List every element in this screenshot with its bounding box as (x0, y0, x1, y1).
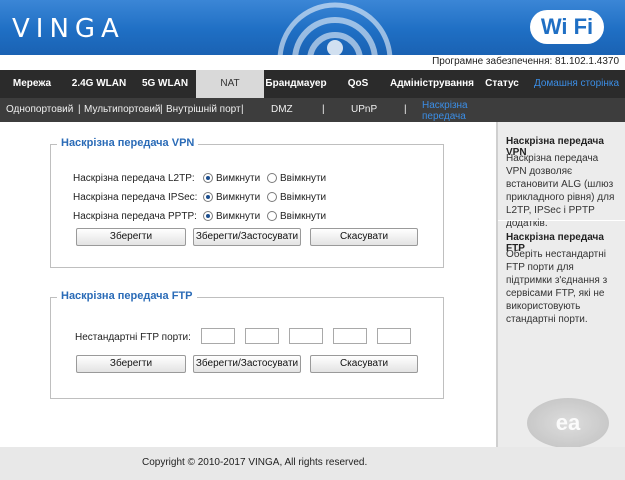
subnav-single-port[interactable]: Однопортовий (6, 98, 73, 122)
l2tp-off-label: Вимкнути (216, 173, 261, 184)
nav-administration[interactable]: Адміністрування (388, 70, 476, 98)
nav-firewall[interactable]: Брандмауер (264, 70, 328, 98)
nav-nat[interactable]: NAT (196, 70, 264, 98)
nav-home-page-link[interactable]: Домашня сторінка (528, 70, 625, 98)
ftp-save-apply-button[interactable]: Зберегти/Застосувати (193, 355, 301, 373)
ftp-port-1-input[interactable] (201, 328, 235, 344)
help-divider (498, 220, 625, 221)
help-vpn-text: Наскрізна передача VPN дозволяє встанови… (506, 153, 615, 229)
ftp-ports-label: Нестандартні FTP порти: (75, 332, 191, 343)
header-banner: VINGA Wi Fi (0, 0, 625, 55)
ftp-cancel-button[interactable]: Скасувати (310, 355, 418, 373)
ipsec-off-radio[interactable] (203, 192, 213, 202)
ipsec-label: Наскрізна передача IPSec: (73, 192, 198, 203)
pptp-on-radio[interactable] (267, 211, 277, 221)
subnav-separator: | (160, 104, 163, 115)
firmware-version: Програмне забезпечення: 81.102.1.4370 (432, 56, 619, 67)
pptp-on-label: Ввімкнути (280, 211, 327, 222)
ftp-passthrough-section: Наскрізна передача FTP Нестандартні FTP … (50, 290, 444, 399)
vpn-save-apply-button[interactable]: Зберегти/Застосувати (193, 228, 301, 246)
subnav-separator: | (322, 104, 325, 115)
l2tp-on-radio[interactable] (267, 173, 277, 183)
pptp-label: Наскрізна передача PPTP: (73, 211, 197, 222)
ipsec-off-label: Вимкнути (216, 192, 261, 203)
vinga-logo: VINGA (12, 14, 125, 44)
nav-qos[interactable]: QoS (328, 70, 388, 98)
ftp-port-3-input[interactable] (289, 328, 323, 344)
ftp-port-5-input[interactable] (377, 328, 411, 344)
copyright-text: Copyright © 2010-2017 VINGA, All rights … (142, 457, 368, 468)
subnav-internal-port[interactable]: Внутрішній порт (166, 98, 241, 122)
ipsec-on-label: Ввімкнути (280, 192, 327, 203)
subnav-upnp[interactable]: UPnP (351, 98, 377, 122)
wireless-waves-icon (277, 2, 393, 55)
footer: Copyright © 2010-2017 VINGA, All rights … (0, 447, 625, 480)
subnav-separator: | (241, 104, 244, 115)
pptp-off-label: Вимкнути (216, 211, 261, 222)
help-ftp-text: Оберіть нестандартні FTP порти для підтр… (506, 249, 608, 325)
vpn-section-title: Наскрізна передача VPN (57, 137, 199, 149)
ipsec-on-radio[interactable] (267, 192, 277, 202)
subnav-separator: | (404, 104, 407, 115)
l2tp-on-label: Ввімкнути (280, 173, 327, 184)
l2tp-label: Наскрізна передача L2TP: (73, 173, 195, 184)
vpn-passthrough-section: Наскрізна передача VPN Наскрізна передач… (50, 137, 444, 268)
subnav-multi-port[interactable]: Мультипортовий (84, 98, 160, 122)
vpn-cancel-button[interactable]: Скасувати (310, 228, 418, 246)
sub-nav: Однопортовий | Мультипортовий | Внутрішн… (0, 98, 625, 122)
nav-status[interactable]: Статус (476, 70, 528, 98)
vpn-save-button[interactable]: Зберегти (76, 228, 186, 246)
main-nav: Мережа 2.4G WLAN 5G WLAN NAT Брандмауер … (0, 70, 625, 98)
nav-network[interactable]: Мережа (0, 70, 64, 98)
subnav-passthrough[interactable]: Наскрізна передача (422, 100, 476, 124)
main-content: Наскрізна передача VPN Наскрізна передач… (0, 122, 496, 447)
pptp-off-radio[interactable] (203, 211, 213, 221)
nav-5g-wlan[interactable]: 5G WLAN (134, 70, 196, 98)
ftp-port-2-input[interactable] (245, 328, 279, 344)
subnav-dmz[interactable]: DMZ (271, 98, 293, 122)
nav-24g-wlan[interactable]: 2.4G WLAN (64, 70, 134, 98)
watermark-logo: ea (527, 398, 609, 448)
ftp-port-4-input[interactable] (333, 328, 367, 344)
subnav-separator: | (78, 104, 81, 115)
wifi-logo-badge: Wi Fi (530, 10, 604, 44)
l2tp-off-radio[interactable] (203, 173, 213, 183)
ftp-save-button[interactable]: Зберегти (76, 355, 186, 373)
ftp-section-title: Наскрізна передача FTP (57, 290, 197, 302)
